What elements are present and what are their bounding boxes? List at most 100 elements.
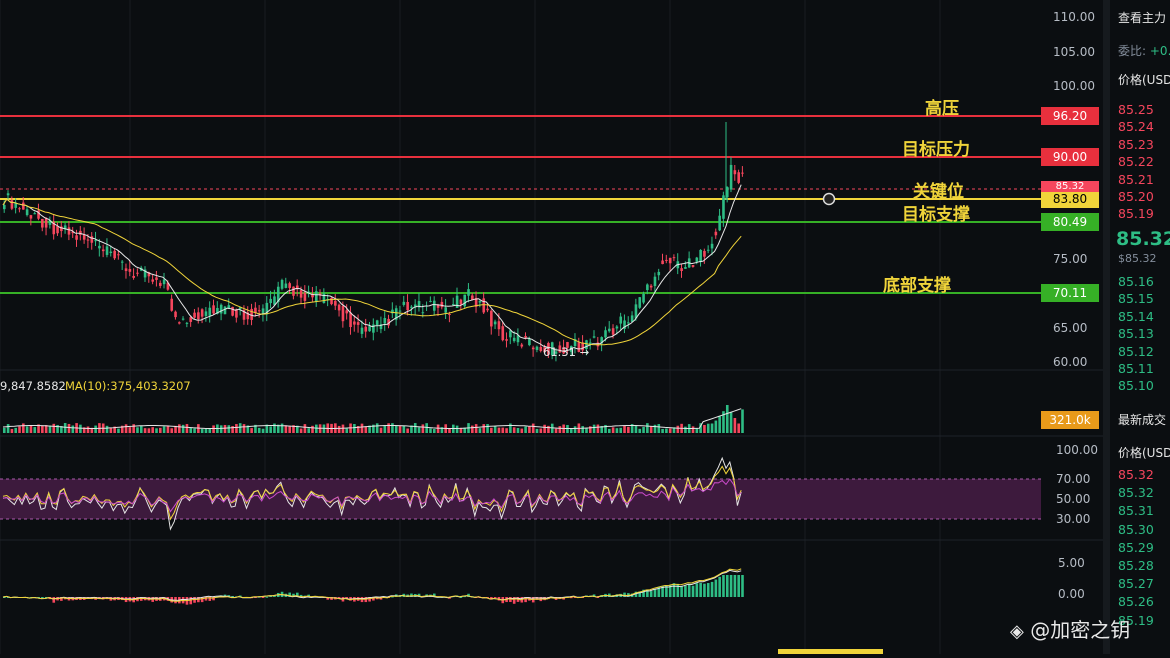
ask-row[interactable]: 85.20: [1118, 189, 1154, 204]
candle-body: [535, 346, 539, 350]
trade-row[interactable]: 85.26: [1118, 594, 1154, 609]
volume-bar: [52, 423, 56, 433]
trade-row[interactable]: 85.32: [1118, 485, 1154, 500]
main-force-title[interactable]: 查看主力: [1118, 9, 1166, 26]
candle-body: [124, 268, 128, 272]
volume-bar: [718, 416, 721, 433]
volume-bar: [250, 428, 253, 433]
ask-row[interactable]: 85.21: [1118, 172, 1154, 187]
volume-bar: [3, 427, 6, 433]
trade-row[interactable]: 85.30: [1118, 522, 1154, 537]
volume-bar: [615, 428, 619, 433]
volume-bar: [383, 425, 387, 433]
trade-row[interactable]: 85.27: [1118, 576, 1154, 591]
bid-row[interactable]: 85.12: [1118, 344, 1154, 359]
candle-body: [334, 300, 337, 306]
candle-body: [197, 312, 200, 320]
candle-body: [208, 307, 212, 316]
volume-bar: [729, 411, 733, 433]
ask-row[interactable]: 85.19: [1118, 206, 1154, 221]
bid-row[interactable]: 85.11: [1118, 361, 1154, 376]
candle-body: [155, 277, 158, 280]
volume-bar: [554, 428, 558, 433]
panel-separator[interactable]: [1103, 0, 1110, 654]
volume-bar: [170, 428, 174, 433]
ask-row[interactable]: 85.23: [1118, 137, 1154, 152]
trades-price-header: 价格(USD: [1118, 446, 1170, 460]
volume-bar: [139, 425, 143, 433]
macd-histogram-bar: [729, 575, 733, 597]
volume-bar: [41, 425, 44, 433]
volume-bar: [703, 424, 706, 433]
volume-bar: [402, 425, 406, 433]
volume-bar: [425, 423, 428, 433]
watermark: ◈ @加密之钥: [1010, 618, 1131, 642]
volume-bar: [143, 428, 147, 433]
candle-body: [528, 338, 531, 346]
level-target-support-label: 目标支撑: [902, 205, 970, 225]
bid-row[interactable]: 85.16: [1118, 274, 1154, 289]
bid-row[interactable]: 85.14: [1118, 309, 1154, 324]
volume-bar: [360, 423, 364, 433]
ask-row[interactable]: 85.25: [1118, 102, 1154, 117]
macd-histogram-bar: [649, 591, 653, 597]
candle-body: [101, 249, 105, 252]
candle-body: [737, 172, 740, 183]
candle-body: [56, 226, 59, 234]
bid-row[interactable]: 85.10: [1118, 378, 1154, 393]
volume-bar: [151, 427, 154, 433]
rsi-axis-tick: 100.00: [1056, 443, 1098, 457]
volume-bar: [531, 423, 535, 433]
macd-histogram-bar: [265, 596, 269, 598]
bid-row[interactable]: 85.15: [1118, 291, 1154, 306]
macd-histogram-bar: [672, 583, 676, 597]
macd-histogram-bar: [737, 575, 740, 597]
volume-bar: [695, 428, 699, 433]
level-target-support-badge: 80.49: [1041, 213, 1099, 231]
candle-body: [185, 322, 189, 324]
volume-bar: [516, 428, 520, 433]
candle-body: [646, 284, 649, 291]
macd-histogram-bar: [703, 583, 706, 597]
volume-bar: [710, 423, 714, 433]
macd-histogram-bar: [665, 585, 668, 597]
ask-row[interactable]: 85.22: [1118, 154, 1154, 169]
candle-body: [170, 298, 174, 311]
volume-bar: [661, 428, 664, 433]
macd-histogram-bar: [41, 597, 44, 598]
candle-body: [25, 209, 29, 216]
ask-row[interactable]: 85.24: [1118, 119, 1154, 134]
candle-body: [452, 304, 455, 306]
volume-bar: [162, 426, 166, 433]
candle-body: [398, 310, 402, 312]
volume-bar: [345, 428, 349, 433]
trade-row[interactable]: 85.32: [1118, 467, 1154, 482]
trade-row[interactable]: 85.29: [1118, 540, 1154, 555]
volume-bar: [619, 427, 623, 433]
bid-row[interactable]: 85.13: [1118, 326, 1154, 341]
volume-bar: [596, 424, 600, 433]
chart-scrollbar[interactable]: [778, 649, 883, 654]
volume-bar: [638, 428, 642, 433]
candle-body: [672, 257, 676, 259]
volume-bar: [417, 427, 421, 433]
trade-row[interactable]: 85.28: [1118, 558, 1154, 573]
volume-bar: [501, 427, 505, 433]
trade-row[interactable]: 85.31: [1118, 503, 1154, 518]
crosshair-marker: [822, 192, 836, 206]
candle-body: [467, 289, 470, 296]
price-axis-tick: 105.00: [1053, 44, 1095, 59]
candle-body: [432, 300, 436, 311]
price-axis-tick: 65.00: [1053, 320, 1088, 335]
volume-bar: [79, 424, 82, 433]
volume-bar: [269, 426, 272, 433]
latest-trades-title[interactable]: 最新成交: [1118, 411, 1166, 428]
rsi-axis-tick: 50.00: [1056, 492, 1091, 506]
candle-body: [360, 327, 364, 334]
level-target-pressure-label: 目标压力: [902, 140, 970, 160]
volume-bar: [200, 428, 204, 433]
candle-body: [231, 306, 234, 316]
candle-body: [699, 249, 702, 263]
volume-bar: [242, 424, 246, 433]
volume-bar: [136, 427, 139, 433]
